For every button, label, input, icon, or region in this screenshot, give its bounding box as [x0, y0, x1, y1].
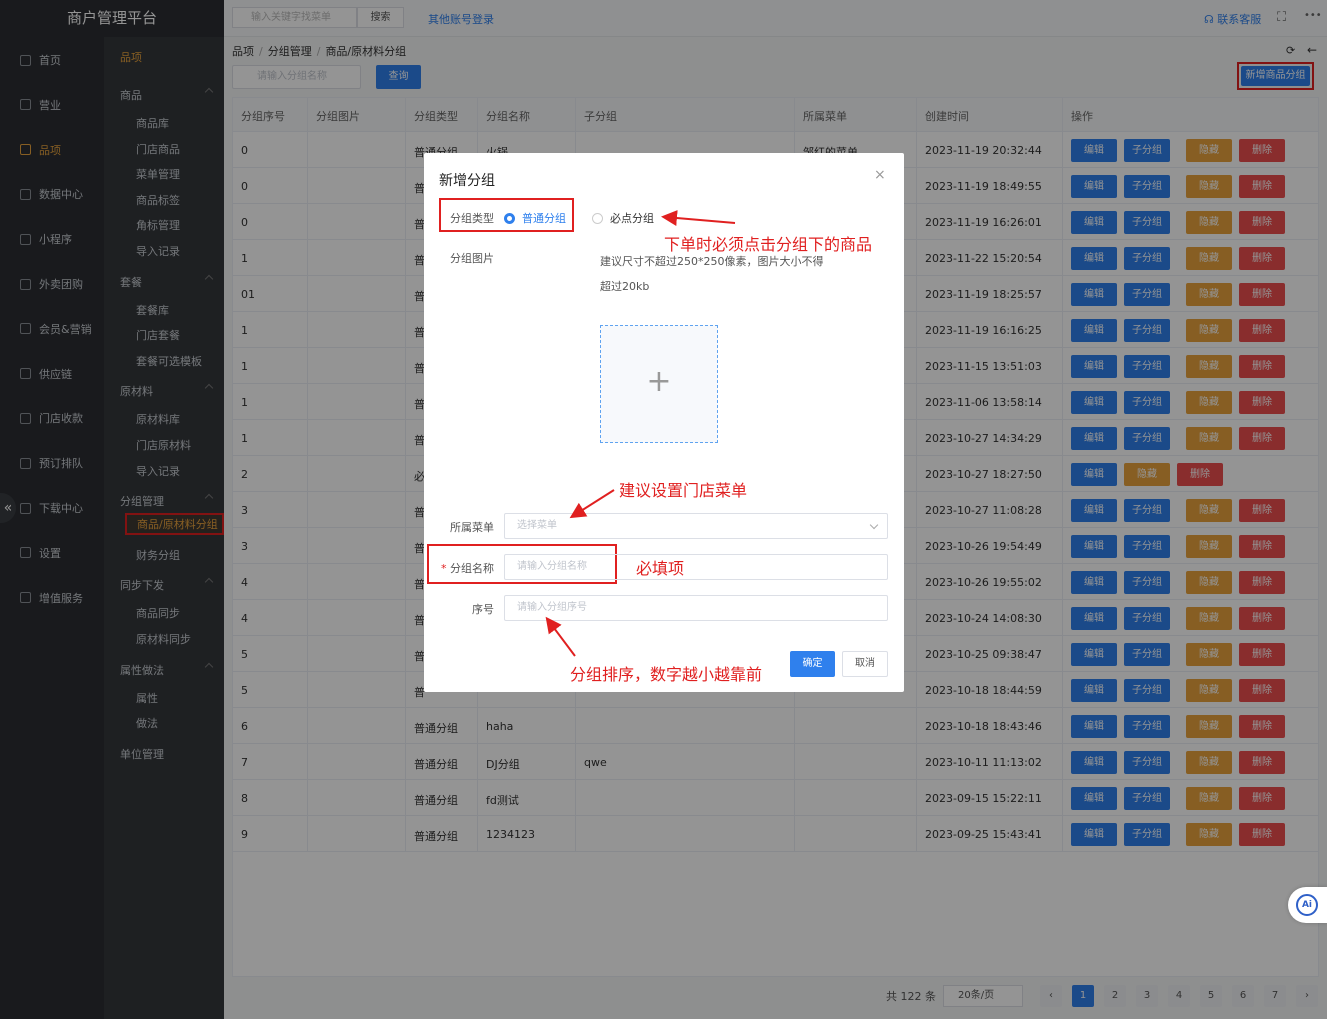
- annotation-arrows: [545, 210, 736, 657]
- arrow-line: [569, 489, 615, 519]
- arrow-line: [545, 616, 576, 657]
- arrow-line: [661, 210, 736, 226]
